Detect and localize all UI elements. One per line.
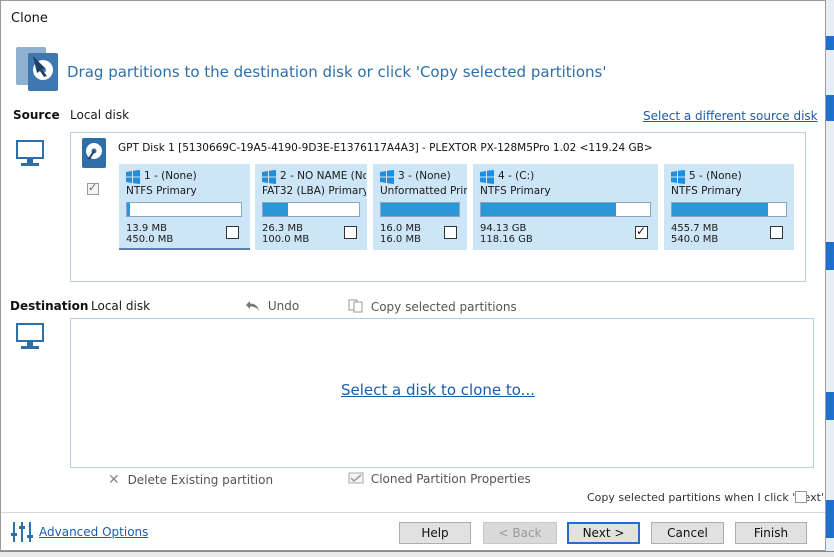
back-button[interactable]: < Back	[483, 522, 557, 544]
source-disk-type: Local disk	[70, 108, 130, 122]
destination-label: Destination	[10, 299, 89, 313]
background-accent	[826, 242, 834, 270]
clone-wizard-icon	[16, 47, 58, 91]
undo-button[interactable]: Undo	[245, 299, 299, 313]
copy-selected-partitions-label: Copy selected partitions	[370, 300, 517, 314]
partition-total: 450.0 MB	[126, 234, 174, 245]
partition-type: NTFS Primary	[480, 185, 551, 197]
window-title: Clone	[11, 11, 48, 26]
partition-card[interactable]: 1 - (None) NTFS Primary 13.9 MB 450.0 MB	[119, 164, 250, 250]
partition-total: 100.0 MB	[262, 234, 310, 245]
computer-icon	[16, 140, 44, 166]
partition-checkbox[interactable]	[635, 224, 648, 239]
cloned-partition-properties-label: Cloned Partition Properties	[370, 472, 531, 486]
partition-total: 16.0 MB	[380, 234, 421, 245]
settings-sliders-icon[interactable]	[10, 520, 34, 544]
partition-type: NTFS Primary	[126, 185, 197, 197]
partition-used: 16.0 MB	[380, 223, 421, 234]
partition-type: FAT32 (LBA) Primary	[262, 185, 366, 197]
copy-selected-partitions-button[interactable]: Copy selected partitions	[348, 299, 517, 314]
background-accent	[826, 36, 834, 50]
partition-usage-bar	[262, 202, 360, 217]
partition-type: Unformatted Primary	[380, 185, 467, 197]
windows-logo-icon	[480, 170, 494, 184]
delete-existing-partition-button[interactable]: ✕ Delete Existing partition	[108, 472, 273, 488]
cancel-button[interactable]: Cancel	[651, 522, 724, 544]
properties-icon	[348, 472, 364, 484]
background-window-edge	[826, 0, 834, 557]
usage-fill	[263, 203, 288, 216]
background-accent	[826, 500, 834, 538]
undo-icon	[246, 301, 259, 311]
windows-logo-icon	[671, 170, 685, 184]
partition-name: 5 - (None)	[689, 170, 742, 182]
partition-name: 4 - (C:)	[498, 170, 535, 182]
computer-icon	[16, 323, 44, 349]
partition-used: 13.9 MB	[126, 223, 167, 234]
partition-total: 540.0 MB	[671, 234, 719, 245]
usage-fill	[381, 203, 459, 216]
destination-disk-type: Local disk	[91, 299, 151, 313]
partition-total: 118.16 GB	[480, 234, 533, 245]
partition-type: NTFS Primary	[671, 185, 742, 197]
select-destination-disk-link[interactable]: Select a disk to clone to...	[341, 381, 535, 399]
source-disk-checkbox[interactable]: ✓	[87, 181, 99, 195]
help-button[interactable]: Help	[399, 522, 471, 544]
source-disk-info: GPT Disk 1 [5130669C-19A5-4190-9D3E-E137…	[118, 142, 653, 154]
background-taskbar-edge	[0, 551, 834, 557]
partition-usage-bar	[671, 202, 787, 217]
source-label: Source	[13, 108, 60, 122]
partition-checkbox[interactable]	[770, 226, 783, 239]
windows-logo-icon	[126, 170, 140, 184]
cloned-partition-properties-button[interactable]: Cloned Partition Properties	[348, 472, 531, 486]
windows-logo-icon	[380, 170, 394, 184]
partition-card[interactable]: 2 - NO NAME (Non FAT32 (LBA) Primary 26.…	[255, 164, 367, 250]
copy-icon	[348, 299, 363, 313]
finish-button[interactable]: Finish	[735, 522, 807, 544]
usage-fill	[481, 203, 617, 216]
footer-divider	[1, 512, 825, 513]
background-accent	[826, 392, 834, 420]
background-accent	[826, 95, 834, 121]
usage-fill	[127, 203, 131, 216]
partition-card[interactable]: 3 - (None) Unformatted Primary 16.0 MB 1…	[373, 164, 467, 250]
undo-label: Undo	[267, 299, 300, 313]
clone-dialog: Clone Drag partitions to the destination…	[0, 0, 826, 551]
windows-logo-icon	[262, 170, 276, 184]
partition-card[interactable]: 4 - (C:) NTFS Primary 94.13 GB 118.16 GB	[473, 164, 658, 250]
hard-disk-icon	[82, 138, 106, 168]
partition-used: 94.13 GB	[480, 223, 527, 234]
advanced-options-link[interactable]: Advanced Options	[39, 525, 148, 539]
partition-usage-bar	[480, 202, 651, 217]
copy-on-next-label: Copy selected partitions when I click 'N…	[587, 491, 824, 504]
usage-fill	[672, 203, 768, 216]
next-button[interactable]: Next >	[567, 522, 640, 544]
partition-name: 3 - (None)	[398, 170, 451, 182]
partition-used: 26.3 MB	[262, 223, 303, 234]
partition-name: 1 - (None)	[144, 170, 197, 182]
partition-name: 2 - NO NAME (Non	[280, 170, 366, 182]
copy-on-next-checkbox[interactable]	[795, 491, 807, 503]
partition-checkbox[interactable]	[226, 226, 239, 239]
partition-checkbox[interactable]	[444, 226, 457, 239]
partition-card[interactable]: 5 - (None) NTFS Primary 455.7 MB 540.0 M…	[664, 164, 794, 250]
partition-usage-bar	[380, 202, 460, 217]
partition-used: 455.7 MB	[671, 223, 719, 234]
instruction-text: Drag partitions to the destination disk …	[67, 63, 607, 81]
delete-existing-partition-label: Delete Existing partition	[127, 473, 274, 487]
select-different-source-link[interactable]: Select a different source disk	[643, 109, 818, 123]
delete-icon: ✕	[108, 472, 120, 488]
partition-usage-bar	[126, 202, 242, 217]
partition-checkbox[interactable]	[344, 226, 357, 239]
